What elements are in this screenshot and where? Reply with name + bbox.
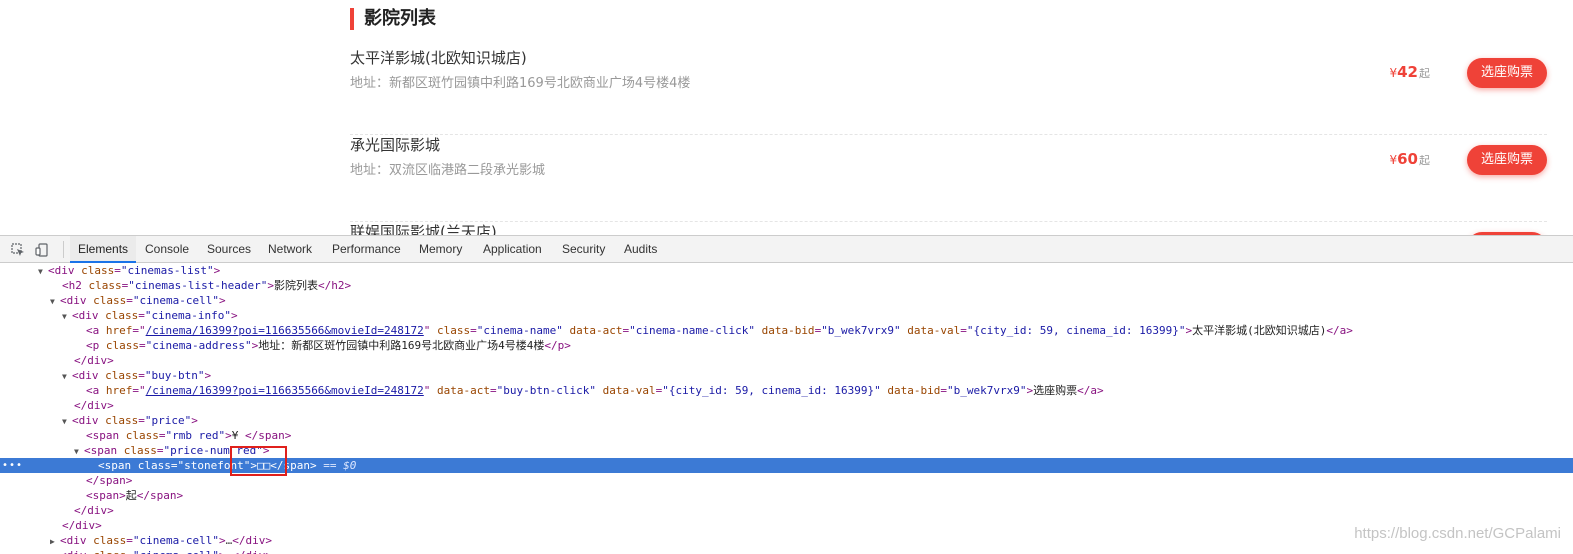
inspect-element-icon[interactable] bbox=[11, 242, 25, 256]
rmb-symbol: ¥ bbox=[1389, 66, 1398, 80]
expand-triangle-icon[interactable]: ▶ bbox=[50, 549, 60, 554]
dom-node[interactable]: </div> bbox=[0, 353, 1573, 368]
dom-node[interactable]: ▼ <div class="price"> bbox=[0, 413, 1573, 428]
price-qi: 起 bbox=[1419, 67, 1430, 80]
watermark: https://blog.csdn.net/GCPalami bbox=[1354, 525, 1561, 542]
toolbar-divider bbox=[63, 241, 64, 258]
cinema-price: ¥60起 bbox=[1389, 150, 1430, 170]
expand-triangle-icon[interactable]: ▼ bbox=[38, 264, 48, 278]
tab-elements[interactable]: Elements bbox=[70, 236, 137, 263]
dom-node[interactable]: <h2 class="cinemas-list-header">影院列表</h2… bbox=[0, 278, 1573, 293]
dom-node[interactable]: <span>起</span> bbox=[0, 488, 1573, 503]
cinemas-list-header: 影院列表 bbox=[350, 8, 436, 30]
tab-memory[interactable]: Memory bbox=[419, 236, 462, 263]
dom-node[interactable]: ▼ <div class="buy-btn"> bbox=[0, 368, 1573, 383]
expand-triangle-icon[interactable]: ▶ bbox=[50, 534, 60, 548]
cinema-page: 影院列表 太平洋影城(北欧知识城店) 地址：新都区斑竹园镇中利路169号北欧商业… bbox=[0, 0, 1573, 235]
elements-tree: ▼ <div class="cinemas-list"> <h2 class="c… bbox=[0, 263, 1573, 554]
cinema-address: 地址：双流区临港路二段承光影城 bbox=[350, 163, 546, 178]
devtools-panel: Elements Console Sources Network Perform… bbox=[0, 235, 1573, 554]
dom-node[interactable]: </div> bbox=[0, 398, 1573, 413]
dom-node[interactable]: ▼ <div class="cinema-cell"> bbox=[0, 293, 1573, 308]
cinema-price: ¥42起 bbox=[1389, 63, 1430, 83]
selected-marker: == $0 bbox=[323, 459, 357, 472]
tab-application[interactable]: Application bbox=[483, 236, 542, 263]
expand-triangle-icon[interactable]: ▼ bbox=[74, 444, 84, 458]
price-number: 60 bbox=[1397, 150, 1418, 168]
href-link[interactable]: /cinema/16399?poi=116635566&movieId=2481… bbox=[146, 324, 424, 337]
rmb-symbol: ¥ bbox=[1389, 153, 1398, 167]
cinema-address: 地址：新都区斑竹园镇中利路169号北欧商业广场4号楼4楼 bbox=[350, 76, 691, 91]
dom-node[interactable]: ▶<div class="cinema-cell">…</div> bbox=[0, 548, 1573, 554]
tab-audits[interactable]: Audits bbox=[624, 236, 657, 263]
tab-sources[interactable]: Sources bbox=[207, 236, 251, 263]
more-options-icon[interactable]: ••• bbox=[2, 458, 23, 473]
href-link[interactable]: /cinema/16399?poi=116635566&movieId=2481… bbox=[146, 384, 424, 397]
dom-node[interactable]: <a href="/cinema/16399?poi=116635566&mov… bbox=[0, 323, 1573, 338]
dom-node[interactable]: <a href="/cinema/16399?poi=116635566&mov… bbox=[0, 383, 1573, 398]
buy-ticket-button[interactable]: 选座购票 bbox=[1467, 145, 1547, 175]
expand-triangle-icon[interactable]: ▼ bbox=[50, 294, 60, 308]
price-number: 42 bbox=[1397, 63, 1418, 81]
tab-performance[interactable]: Performance bbox=[332, 236, 401, 263]
cinema-cell: 承光国际影城 地址：双流区临港路二段承光影城 ¥60起 选座购票 bbox=[350, 135, 1547, 222]
cinema-cell: 太平洋影城(北欧知识城店) 地址：新都区斑竹园镇中利路169号北欧商业广场4号楼… bbox=[350, 48, 1547, 135]
dom-node[interactable]: ▼ <div class="cinema-info"> bbox=[0, 308, 1573, 323]
cinema-cell: 联娱国际影城(兰天店) bbox=[350, 222, 1547, 235]
cinema-name-link[interactable]: 承光国际影城 bbox=[350, 135, 440, 155]
price-qi: 起 bbox=[1419, 154, 1430, 167]
tab-network[interactable]: Network bbox=[268, 236, 312, 263]
highlight-box bbox=[230, 446, 287, 476]
dom-node[interactable]: <p class="cinema-address">地址：新都区斑竹园镇中利路1… bbox=[0, 338, 1573, 353]
cinema-name-link[interactable]: 太平洋影城(北欧知识城店) bbox=[350, 48, 527, 68]
tab-security[interactable]: Security bbox=[562, 236, 605, 263]
buy-ticket-button[interactable]: 选座购票 bbox=[1467, 58, 1547, 88]
device-toolbar-icon[interactable] bbox=[35, 242, 49, 257]
dom-node[interactable]: ▼ <div class="cinemas-list"> bbox=[0, 263, 1573, 278]
cinema-name-link[interactable]: 联娱国际影城(兰天店) bbox=[350, 222, 497, 235]
devtools-toolbar: Elements Console Sources Network Perform… bbox=[0, 236, 1573, 263]
expand-triangle-icon[interactable]: ▼ bbox=[62, 309, 72, 323]
expand-triangle-icon[interactable]: ▼ bbox=[62, 369, 72, 383]
dom-node[interactable]: <span class="rmb red">¥ </span> bbox=[0, 428, 1573, 443]
tab-console[interactable]: Console bbox=[145, 236, 189, 263]
expand-triangle-icon[interactable]: ▼ bbox=[62, 414, 72, 428]
dom-node[interactable]: ▶<div class="cinema-cell">…</div> bbox=[0, 533, 1573, 548]
dom-node[interactable]: </div> bbox=[0, 503, 1573, 518]
dom-node[interactable]: </div> bbox=[0, 518, 1573, 533]
